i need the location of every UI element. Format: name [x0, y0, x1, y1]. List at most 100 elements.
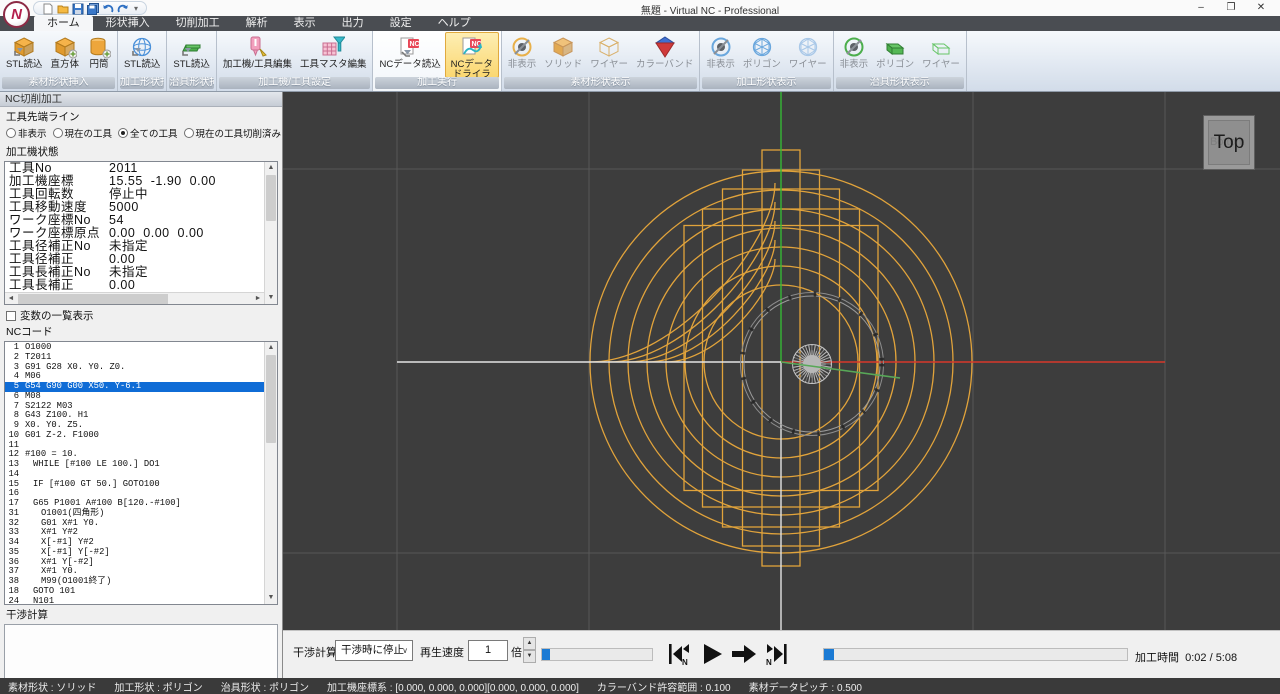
viewport-3d[interactable]: Bottom Top [283, 92, 1280, 630]
tab-表示[interactable]: 表示 [281, 16, 329, 31]
ribbon-button-solid-material[interactable]: ソリッド [540, 32, 586, 78]
tool-tip-line-label: 工具先端ライン [6, 111, 80, 123]
status-bar: 素材形状 : ソリッド 加工形状 : ポリゴン 治具形状 : ポリゴン 加工機座標系 … [0, 678, 1280, 694]
ribbon-button-label: STL読込 [173, 59, 210, 70]
view-cube-top-face-label: Top [1213, 131, 1245, 153]
ribbon-group: STL読込 直方体 円筒 素材形状挿入 [0, 31, 118, 91]
scroll-right-icon[interactable]: ► [252, 293, 264, 304]
app-logo-icon[interactable]: N [3, 1, 30, 28]
nc-code-line[interactable]: 24 N101 [5, 595, 277, 605]
nc-code-vscrollbar[interactable]: ▲ ▼ [264, 342, 277, 604]
ribbon-button-stl-import-target[interactable]: STL読込 [120, 32, 164, 78]
ribbon-button-color-band[interactable]: カラーバンド [632, 32, 697, 78]
stepper-up-button[interactable]: ▲ [523, 637, 536, 650]
maximize-button[interactable]: ❐ [1216, 0, 1246, 16]
radio-icon[interactable] [183, 128, 194, 138]
ribbon-button-wire-target[interactable]: ワイヤー [785, 32, 831, 78]
color-band-icon [653, 35, 677, 59]
window-title: 無題 - Virtual NC - Professional [640, 6, 780, 17]
ribbon-button-stl-import-jig[interactable]: STL読込 [169, 32, 213, 78]
tab-解析[interactable]: 解析 [233, 16, 281, 31]
nc-code-line[interactable]: 15 IF [#100 GT 50.] GOTO100 [5, 479, 277, 490]
stepper-down-button[interactable]: ▼ [523, 650, 536, 663]
nc-code-line[interactable]: 10 G01 Z-2. F1000 [5, 430, 277, 441]
ribbon-button-nc-data-read[interactable]: NC NCデータ読込 [375, 32, 444, 78]
radio-option-全ての工具[interactable]: 全ての工具 [118, 126, 178, 140]
scroll-left-icon[interactable]: ◄ [5, 293, 17, 304]
ribbon-button-cuboid-add[interactable]: 直方体 [46, 32, 83, 78]
ribbon-button-nc-dry-run[interactable]: NCNCデータドライラン [444, 32, 499, 90]
tab-切削加工[interactable]: 切削加工 [163, 16, 233, 31]
radio-icon[interactable] [52, 128, 63, 138]
machining-time-label: 加工時間 0:02 / 5:08 [1135, 652, 1238, 664]
ribbon-button-label: ワイヤー [788, 59, 827, 70]
radio-icon[interactable] [118, 128, 129, 138]
close-button[interactable]: ✕ [1246, 0, 1276, 16]
speed-input[interactable]: 1 [468, 640, 508, 661]
ribbon-button-label: 円筒 [89, 59, 109, 70]
tab-形状挿入[interactable]: 形状挿入 [93, 16, 163, 31]
nc-code-line[interactable]: 3 G91 G28 X0. Y0. Z0. [5, 362, 277, 373]
nc-code-line[interactable]: 5 G54 G90 G00 X50. Y-6.1 [5, 381, 277, 392]
scroll-up-icon[interactable]: ▲ [265, 342, 277, 354]
nc-code-line[interactable]: 13 WHILE [#100 LE 100.] DO1 [5, 459, 277, 470]
hide-target-icon [709, 35, 733, 59]
ribbon-button-label: 非表示 [839, 59, 869, 70]
status-bar-item: カラーバンド許容範囲 : 0.100 [596, 682, 731, 694]
step-forward-button[interactable] [730, 639, 758, 669]
save-all-icon[interactable] [87, 2, 99, 15]
ribbon-button-hide-target[interactable]: 非表示 [702, 32, 739, 78]
ribbon-button-wire-material[interactable]: ワイヤー [586, 32, 632, 78]
save-icon[interactable] [72, 2, 84, 15]
ribbon-group-label: 素材形状表示 [503, 77, 698, 89]
ribbon-button-cylinder-add[interactable]: 円筒 [83, 32, 115, 78]
toolpath-canvas [283, 92, 1280, 630]
ribbon-button-hide-jig[interactable]: 非表示 [836, 32, 873, 78]
redo-icon[interactable] [117, 2, 129, 14]
polygon-target-icon [750, 35, 774, 59]
playback-buttons: N N [666, 639, 790, 669]
radio-option-現在の工具切削済み[interactable]: 現在の工具切削済み [183, 126, 281, 140]
ribbon-button-tool-master-edit[interactable]: 工具マスタ編集 [296, 32, 371, 78]
ribbon-button-label: ポリゴン [742, 59, 781, 70]
block-progress-bar[interactable] [541, 648, 653, 661]
ribbon-group: STL読込加工形状挿入 [118, 31, 168, 91]
play-button[interactable] [698, 639, 726, 669]
qat-customize-icon[interactable]: ▾ [134, 4, 138, 13]
view-cube[interactable]: Bottom Top [1203, 115, 1255, 170]
undo-icon[interactable] [102, 2, 114, 14]
open-file-icon[interactable] [57, 2, 69, 14]
ribbon-button-polygon-jig[interactable]: ポリゴン [872, 32, 918, 78]
radio-option-現在の工具[interactable]: 現在の工具 [52, 126, 112, 140]
variables-list-checkbox[interactable] [6, 310, 16, 321]
tab-出力[interactable]: 出力 [329, 16, 377, 31]
virtual-nc-window: N ▾ 無題 - Virtual NC - Professional – ❐ ✕… [0, 0, 1280, 694]
scroll-down-icon[interactable]: ▼ [265, 292, 277, 304]
skip-to-start-button[interactable]: N [666, 639, 694, 669]
machine-status-vscrollbar[interactable]: ▲ ▼ [264, 162, 277, 304]
machine-status-hscrollbar[interactable]: ◄ ► [5, 292, 264, 304]
ribbon-group: 加工機/工具編集 工具マスタ編集 加工機/工具設定 [217, 31, 374, 91]
new-file-icon[interactable] [42, 2, 54, 15]
wire-jig-icon [929, 35, 953, 59]
scroll-down-icon[interactable]: ▼ [265, 592, 277, 604]
interference-mode-select[interactable]: 干渉時に停止 ∨ [335, 640, 413, 661]
minimize-button[interactable]: – [1186, 0, 1216, 16]
radio-icon[interactable] [6, 128, 16, 138]
time-progress-bar[interactable] [823, 648, 1128, 661]
nc-line-text: N101 [33, 595, 55, 605]
tab-ヘルプ[interactable]: ヘルプ [425, 16, 484, 31]
interference-calc-control-label: 干渉計算 [293, 647, 337, 659]
nc-code-label: NCコード [6, 326, 53, 338]
scroll-up-icon[interactable]: ▲ [265, 162, 277, 174]
tab-設定[interactable]: 設定 [377, 16, 425, 31]
ribbon-button-stl-import-material[interactable]: STL読込 [2, 32, 46, 78]
tab-ホーム[interactable]: ホーム [34, 16, 93, 31]
radio-option-非表示[interactable]: 非表示 [6, 126, 47, 140]
ribbon-button-hide-material[interactable]: 非表示 [504, 32, 541, 78]
ribbon-button-wire-jig[interactable]: ワイヤー [918, 32, 964, 78]
status-bar-item: 素材データピッチ : 0.500 [748, 682, 862, 694]
ribbon-button-polygon-target[interactable]: ポリゴン [739, 32, 785, 78]
skip-to-end-button[interactable]: N [762, 639, 790, 669]
ribbon-button-machine-tool-edit[interactable]: 加工機/工具編集 [219, 32, 296, 78]
